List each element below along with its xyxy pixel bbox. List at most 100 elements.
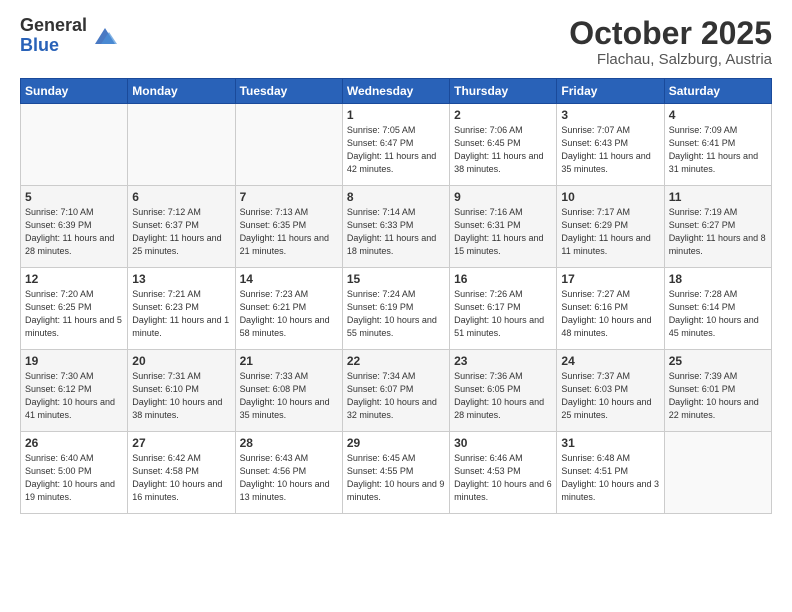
table-row: 7Sunrise: 7:13 AM Sunset: 6:35 PM Daylig…	[235, 186, 342, 268]
day-info: Sunrise: 6:46 AM Sunset: 4:53 PM Dayligh…	[454, 452, 552, 504]
table-row: 12 Sunrise: 7:20 AM Sunset: 6:25 PM Dayli…	[21, 268, 128, 350]
day-number: 5	[25, 190, 123, 204]
col-wednesday: Wednesday	[342, 79, 449, 104]
table-row: 18Sunrise: 7:28 AM Sunset: 6:14 PM Dayli…	[664, 268, 771, 350]
day-info: Sunrise: 7:27 AM Sunset: 6:16 PM Dayligh…	[561, 288, 659, 340]
logo-general-text: General	[20, 16, 87, 36]
table-row: 3 Sunrise: 7:07 AM Sunset: 6:43 PM Daylig…	[557, 104, 664, 186]
day-info: Sunrise: 7:16 AM Sunset: 6:31 PM Dayligh…	[454, 206, 552, 258]
calendar-table: Sunday Monday Tuesday Wednesday Thursday…	[20, 78, 772, 514]
table-row: 29 Sunrise: 6:45 AM Sunset: 4:55 PM Dayli…	[342, 432, 449, 514]
table-row: 9 Sunrise: 7:16 AM Sunset: 6:31 PM Daylig…	[450, 186, 557, 268]
table-row: 26 Sunrise: 6:40 AM Sunset: 5:00 PM Dayli…	[21, 432, 128, 514]
table-row: 20 Sunrise: 7:31 AM Sunset: 6:10 PM Dayli…	[128, 350, 235, 432]
day-info: Sunrise: 7:37 AM Sunset: 6:03 PM Dayligh…	[561, 370, 659, 422]
table-row: 10 Sunrise: 7:17 AM Sunset: 6:29 PM Dayli…	[557, 186, 664, 268]
day-info: Sunrise: 7:12 AM Sunset: 6:37 PM Dayligh…	[132, 206, 230, 258]
day-info: Sunrise: 7:05 AM Sunset: 6:47 PM Dayligh…	[347, 124, 445, 176]
table-row: 19 Sunrise: 7:30 AM Sunset: 6:12 PM Dayli…	[21, 350, 128, 432]
day-number: 4	[669, 108, 767, 122]
calendar-header-row: Sunday Monday Tuesday Wednesday Thursday…	[21, 79, 772, 104]
day-info: Sunrise: 7:09 AM Sunset: 6:41 PM Dayligh…	[669, 124, 767, 176]
day-info: Sunrise: 7:19 AM Sunset: 6:27 PM Dayligh…	[669, 206, 767, 258]
table-row: 1 Sunrise: 7:05 AM Sunset: 6:47 PM Daylig…	[342, 104, 449, 186]
day-info: Sunrise: 6:43 AM Sunset: 4:56 PM Dayligh…	[240, 452, 338, 504]
day-number: 20	[132, 354, 230, 368]
day-info: Sunrise: 7:23 AM Sunset: 6:21 PM Dayligh…	[240, 288, 338, 340]
table-row: 27 Sunrise: 6:42 AM Sunset: 4:58 PM Dayli…	[128, 432, 235, 514]
day-number: 13	[132, 272, 230, 286]
table-row: 13 Sunrise: 7:21 AM Sunset: 6:23 PM Dayli…	[128, 268, 235, 350]
table-row	[235, 104, 342, 186]
day-number: 31	[561, 436, 659, 450]
day-number: 25	[669, 354, 767, 368]
day-number: 12	[25, 272, 123, 286]
header: General Blue October 2025 Flachau, Salzb…	[20, 16, 772, 68]
day-number: 2	[454, 108, 552, 122]
day-info: Sunrise: 7:36 AM Sunset: 6:05 PM Dayligh…	[454, 370, 552, 422]
col-sunday: Sunday	[21, 79, 128, 104]
table-row: 31Sunrise: 6:48 AM Sunset: 4:51 PM Dayli…	[557, 432, 664, 514]
table-row: 23Sunrise: 7:36 AM Sunset: 6:05 PM Dayli…	[450, 350, 557, 432]
day-number: 17	[561, 272, 659, 286]
table-row: 6 Sunrise: 7:12 AM Sunset: 6:37 PM Daylig…	[128, 186, 235, 268]
calendar-week-row: 1 Sunrise: 7:05 AM Sunset: 6:47 PM Daylig…	[21, 104, 772, 186]
table-row: 2Sunrise: 7:06 AM Sunset: 6:45 PM Daylig…	[450, 104, 557, 186]
day-number: 14	[240, 272, 338, 286]
table-row: 21Sunrise: 7:33 AM Sunset: 6:08 PM Dayli…	[235, 350, 342, 432]
day-number: 9	[454, 190, 552, 204]
day-number: 26	[25, 436, 123, 450]
table-row	[128, 104, 235, 186]
logo-icon	[91, 22, 119, 50]
day-info: Sunrise: 7:34 AM Sunset: 6:07 PM Dayligh…	[347, 370, 445, 422]
logo-blue-text: Blue	[20, 36, 87, 56]
day-info: Sunrise: 7:31 AM Sunset: 6:10 PM Dayligh…	[132, 370, 230, 422]
day-number: 6	[132, 190, 230, 204]
calendar-week-row: 5Sunrise: 7:10 AM Sunset: 6:39 PM Daylig…	[21, 186, 772, 268]
day-info: Sunrise: 7:13 AM Sunset: 6:35 PM Dayligh…	[240, 206, 338, 258]
table-row: 30 Sunrise: 6:46 AM Sunset: 4:53 PM Dayli…	[450, 432, 557, 514]
day-info: Sunrise: 7:21 AM Sunset: 6:23 PM Dayligh…	[132, 288, 230, 340]
day-number: 15	[347, 272, 445, 286]
location: Flachau, Salzburg, Austria	[569, 51, 772, 68]
calendar-week-row: 19 Sunrise: 7:30 AM Sunset: 6:12 PM Dayli…	[21, 350, 772, 432]
day-info: Sunrise: 7:39 AM Sunset: 6:01 PM Dayligh…	[669, 370, 767, 422]
table-row: 15Sunrise: 7:24 AM Sunset: 6:19 PM Dayli…	[342, 268, 449, 350]
table-row: 11Sunrise: 7:19 AM Sunset: 6:27 PM Dayli…	[664, 186, 771, 268]
day-number: 28	[240, 436, 338, 450]
day-number: 19	[25, 354, 123, 368]
day-number: 8	[347, 190, 445, 204]
calendar-week-row: 26 Sunrise: 6:40 AM Sunset: 5:00 PM Dayli…	[21, 432, 772, 514]
logo: General Blue	[20, 16, 119, 56]
day-info: Sunrise: 6:40 AM Sunset: 5:00 PM Dayligh…	[25, 452, 123, 504]
day-number: 1	[347, 108, 445, 122]
day-number: 10	[561, 190, 659, 204]
day-info: Sunrise: 7:30 AM Sunset: 6:12 PM Dayligh…	[25, 370, 123, 422]
day-info: Sunrise: 6:45 AM Sunset: 4:55 PM Dayligh…	[347, 452, 445, 504]
day-number: 30	[454, 436, 552, 450]
table-row: 28 Sunrise: 6:43 AM Sunset: 4:56 PM Dayli…	[235, 432, 342, 514]
day-number: 3	[561, 108, 659, 122]
day-number: 16	[454, 272, 552, 286]
page: General Blue October 2025 Flachau, Salzb…	[0, 0, 792, 612]
day-info: Sunrise: 7:28 AM Sunset: 6:14 PM Dayligh…	[669, 288, 767, 340]
table-row: 5Sunrise: 7:10 AM Sunset: 6:39 PM Daylig…	[21, 186, 128, 268]
day-info: Sunrise: 7:17 AM Sunset: 6:29 PM Dayligh…	[561, 206, 659, 258]
day-number: 21	[240, 354, 338, 368]
col-tuesday: Tuesday	[235, 79, 342, 104]
table-row: 24Sunrise: 7:37 AM Sunset: 6:03 PM Dayli…	[557, 350, 664, 432]
calendar-week-row: 12 Sunrise: 7:20 AM Sunset: 6:25 PM Dayli…	[21, 268, 772, 350]
day-info: Sunrise: 7:07 AM Sunset: 6:43 PM Dayligh…	[561, 124, 659, 176]
table-row: 25 Sunrise: 7:39 AM Sunset: 6:01 PM Dayli…	[664, 350, 771, 432]
day-number: 27	[132, 436, 230, 450]
table-row: 8Sunrise: 7:14 AM Sunset: 6:33 PM Daylig…	[342, 186, 449, 268]
day-number: 29	[347, 436, 445, 450]
day-info: Sunrise: 6:42 AM Sunset: 4:58 PM Dayligh…	[132, 452, 230, 504]
table-row: 14 Sunrise: 7:23 AM Sunset: 6:21 PM Dayli…	[235, 268, 342, 350]
table-row: 22Sunrise: 7:34 AM Sunset: 6:07 PM Dayli…	[342, 350, 449, 432]
col-friday: Friday	[557, 79, 664, 104]
table-row: 4 Sunrise: 7:09 AM Sunset: 6:41 PM Daylig…	[664, 104, 771, 186]
month-title: October 2025	[569, 16, 772, 51]
table-row	[664, 432, 771, 514]
day-info: Sunrise: 7:20 AM Sunset: 6:25 PM Dayligh…	[25, 288, 123, 340]
